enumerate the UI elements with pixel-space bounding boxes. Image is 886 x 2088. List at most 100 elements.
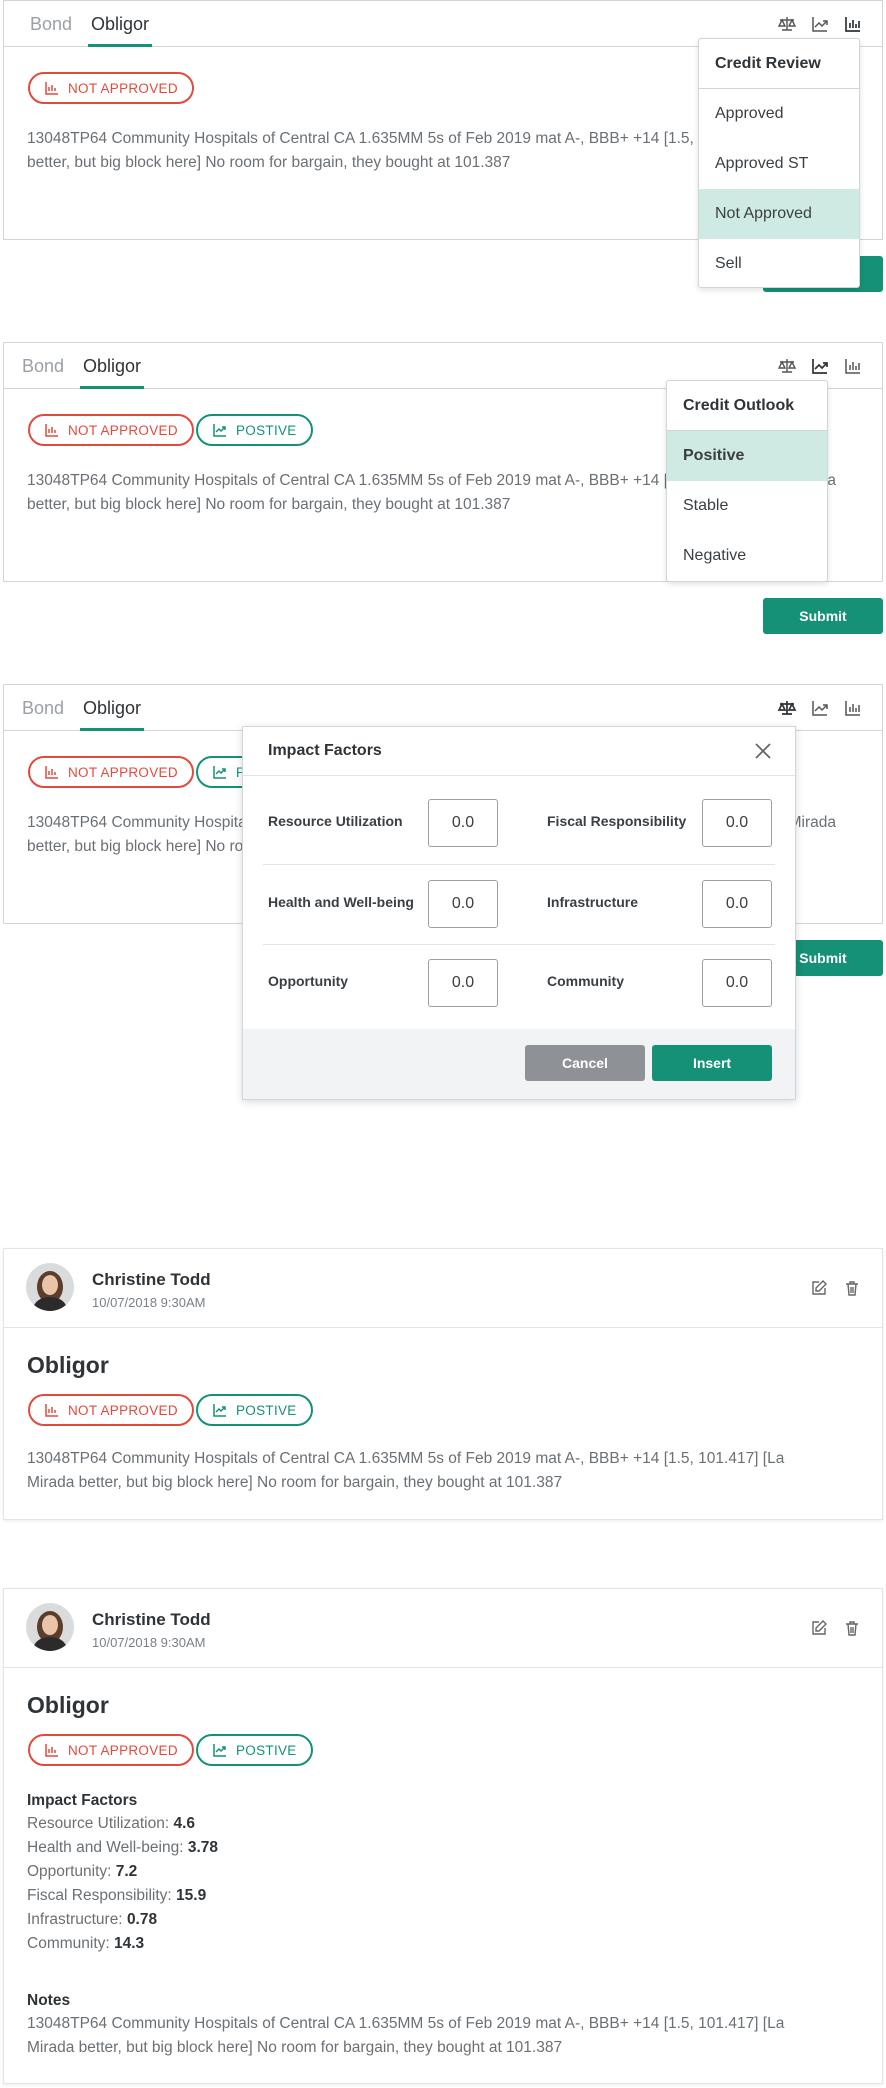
avatar <box>26 1263 74 1311</box>
badge-label: NOT APPROVED <box>68 80 178 96</box>
menu-item-approved-st[interactable]: Approved ST <box>699 139 859 189</box>
fiscal-responsibility-input[interactable] <box>702 799 772 847</box>
trash-icon[interactable] <box>843 1619 861 1637</box>
impact-label: Resource Utilization: <box>27 1815 170 1832</box>
opportunity-input[interactable] <box>428 959 498 1007</box>
bar-chart-icon <box>45 1404 58 1417</box>
trending-up-icon[interactable] <box>810 698 830 718</box>
impact-label: Community: <box>27 1935 110 1952</box>
badge-label: POSTIVE <box>236 1742 297 1758</box>
dropdown-header: Credit Review <box>699 39 859 89</box>
close-icon[interactable] <box>753 741 773 761</box>
edit-icon[interactable] <box>810 1619 828 1637</box>
status-badge-not-approved: NOT APPROVED <box>28 1734 194 1766</box>
scale-icon[interactable] <box>777 698 797 718</box>
submit-button[interactable]: Submit <box>763 598 883 634</box>
impact-value: 7.2 <box>115 1863 138 1880</box>
bar-chart-icon <box>45 82 58 95</box>
bar-chart-icon <box>45 1744 58 1757</box>
notes-heading: Notes <box>27 1992 71 2009</box>
bar-chart-icon[interactable] <box>843 356 863 376</box>
badge-label: POSTIVE <box>236 1402 297 1418</box>
impact-label: Fiscal Responsibility: <box>27 1887 172 1904</box>
menu-item-negative[interactable]: Negative <box>667 531 827 581</box>
trash-icon[interactable] <box>843 1279 861 1297</box>
tab-obligor[interactable]: Obligor <box>79 685 145 731</box>
field-label-community: Community <box>547 973 624 989</box>
tab-bond[interactable]: Bond <box>22 343 64 389</box>
bar-chart-icon <box>45 424 58 437</box>
impact-factors-heading: Impact Factors <box>27 1792 138 1809</box>
impact-value: 15.9 <box>176 1887 207 1904</box>
author-name: Christine Todd <box>92 1270 211 1289</box>
impact-row-health-and-well-being: Health and Well-being: 3.78 <box>27 1836 218 1860</box>
trending-up-icon <box>213 766 226 779</box>
trending-up-icon[interactable] <box>810 14 830 34</box>
tab-obligor[interactable]: Obligor <box>87 1 153 47</box>
field-label-infrastructure: Infrastructure <box>547 894 639 910</box>
insert-button[interactable]: Insert <box>652 1045 772 1081</box>
comment-card-1: Christine Todd 10/07/2018 9:30AM Obligor… <box>3 1248 883 1520</box>
comment-date: 10/07/2018 9:30AM <box>92 1295 206 1310</box>
trending-up-icon <box>213 1744 226 1757</box>
impact-row-fiscal-responsibility: Fiscal Responsibility: 15.9 <box>27 1884 206 1908</box>
status-badge-positive: POSTIVE <box>196 414 313 446</box>
tab-bond[interactable]: Bond <box>30 1 72 47</box>
modal-title: Impact Factors <box>268 742 382 759</box>
impact-row-community: Community: 14.3 <box>27 1932 144 1956</box>
impact-value: 3.78 <box>187 1839 219 1856</box>
status-badge-positive: POSTIVE <box>196 1734 313 1766</box>
menu-item-approved[interactable]: Approved <box>699 89 859 139</box>
trending-up-icon[interactable] <box>810 356 830 376</box>
tab-bond[interactable]: Bond <box>22 685 64 731</box>
scale-icon[interactable] <box>777 14 797 34</box>
impact-row-infrastructure: Infrastructure: 0.78 <box>27 1908 157 1932</box>
impact-row-opportunity: Opportunity: 7.2 <box>27 1860 137 1884</box>
field-label-opportunity: Opportunity <box>268 973 349 989</box>
note-text: 13048TP64 Community Hospitals of Central… <box>27 1450 785 1491</box>
edit-icon[interactable] <box>810 1279 828 1297</box>
menu-item-stable[interactable]: Stable <box>667 481 827 531</box>
trending-up-icon <box>213 424 226 437</box>
impact-factors-modal: Impact Factors Resource Utilization Fisc… <box>242 726 796 1100</box>
bar-chart-icon[interactable] <box>843 14 863 34</box>
note-text: 13048TP64 Community Hospitals of Central… <box>27 2015 785 2056</box>
field-label-health-and-well-being: Health and Well-being <box>268 894 414 910</box>
cancel-button[interactable]: Cancel <box>525 1045 645 1081</box>
infrastructure-input[interactable] <box>702 880 772 928</box>
menu-item-positive[interactable]: Positive <box>667 431 827 481</box>
trending-up-icon <box>213 1404 226 1417</box>
bar-chart-icon[interactable] <box>843 698 863 718</box>
credit-outlook-dropdown: Credit Outlook Positive Stable Negative <box>666 380 828 582</box>
badge-label: NOT APPROVED <box>68 1742 178 1758</box>
menu-item-not-approved[interactable]: Not Approved <box>699 189 859 239</box>
status-badge-positive: POSTIVE <box>196 1394 313 1426</box>
community-input[interactable] <box>702 959 772 1007</box>
comment-title: Obligor <box>27 1692 109 1718</box>
impact-label: Infrastructure: <box>27 1911 123 1928</box>
menu-item-sell[interactable]: Sell <box>699 239 859 287</box>
status-badge-not-approved: NOT APPROVED <box>28 756 194 788</box>
impact-label: Opportunity: <box>27 1863 112 1880</box>
author-name: Christine Todd <box>92 1610 211 1629</box>
badge-label: NOT APPROVED <box>68 422 178 438</box>
comment-card-2: Christine Todd 10/07/2018 9:30AM Obligor… <box>3 1588 883 2084</box>
health-and-well-being-input[interactable] <box>428 880 498 928</box>
field-label-resource-utilization: Resource Utilization <box>268 813 403 829</box>
tab-bar: Bond Obligor <box>4 685 882 731</box>
impact-value: 0.78 <box>126 1911 158 1928</box>
credit-review-dropdown: Credit Review Approved Approved ST Not A… <box>698 38 860 288</box>
comment-date: 10/07/2018 9:30AM <box>92 1635 206 1650</box>
scale-icon[interactable] <box>777 356 797 376</box>
impact-value: 4.6 <box>173 1815 196 1832</box>
badge-label: POSTIVE <box>236 422 297 438</box>
impact-row-resource-utilization: Resource Utilization: 4.6 <box>27 1812 195 1836</box>
badge-label: NOT APPROVED <box>68 764 178 780</box>
avatar <box>26 1603 74 1651</box>
badge-label: NOT APPROVED <box>68 1402 178 1418</box>
dropdown-header: Credit Outlook <box>667 381 827 431</box>
modal-footer: Cancel Insert <box>243 1029 795 1099</box>
tab-obligor[interactable]: Obligor <box>79 343 145 389</box>
status-badge-not-approved: NOT APPROVED <box>28 72 194 104</box>
resource-utilization-input[interactable] <box>428 799 498 847</box>
